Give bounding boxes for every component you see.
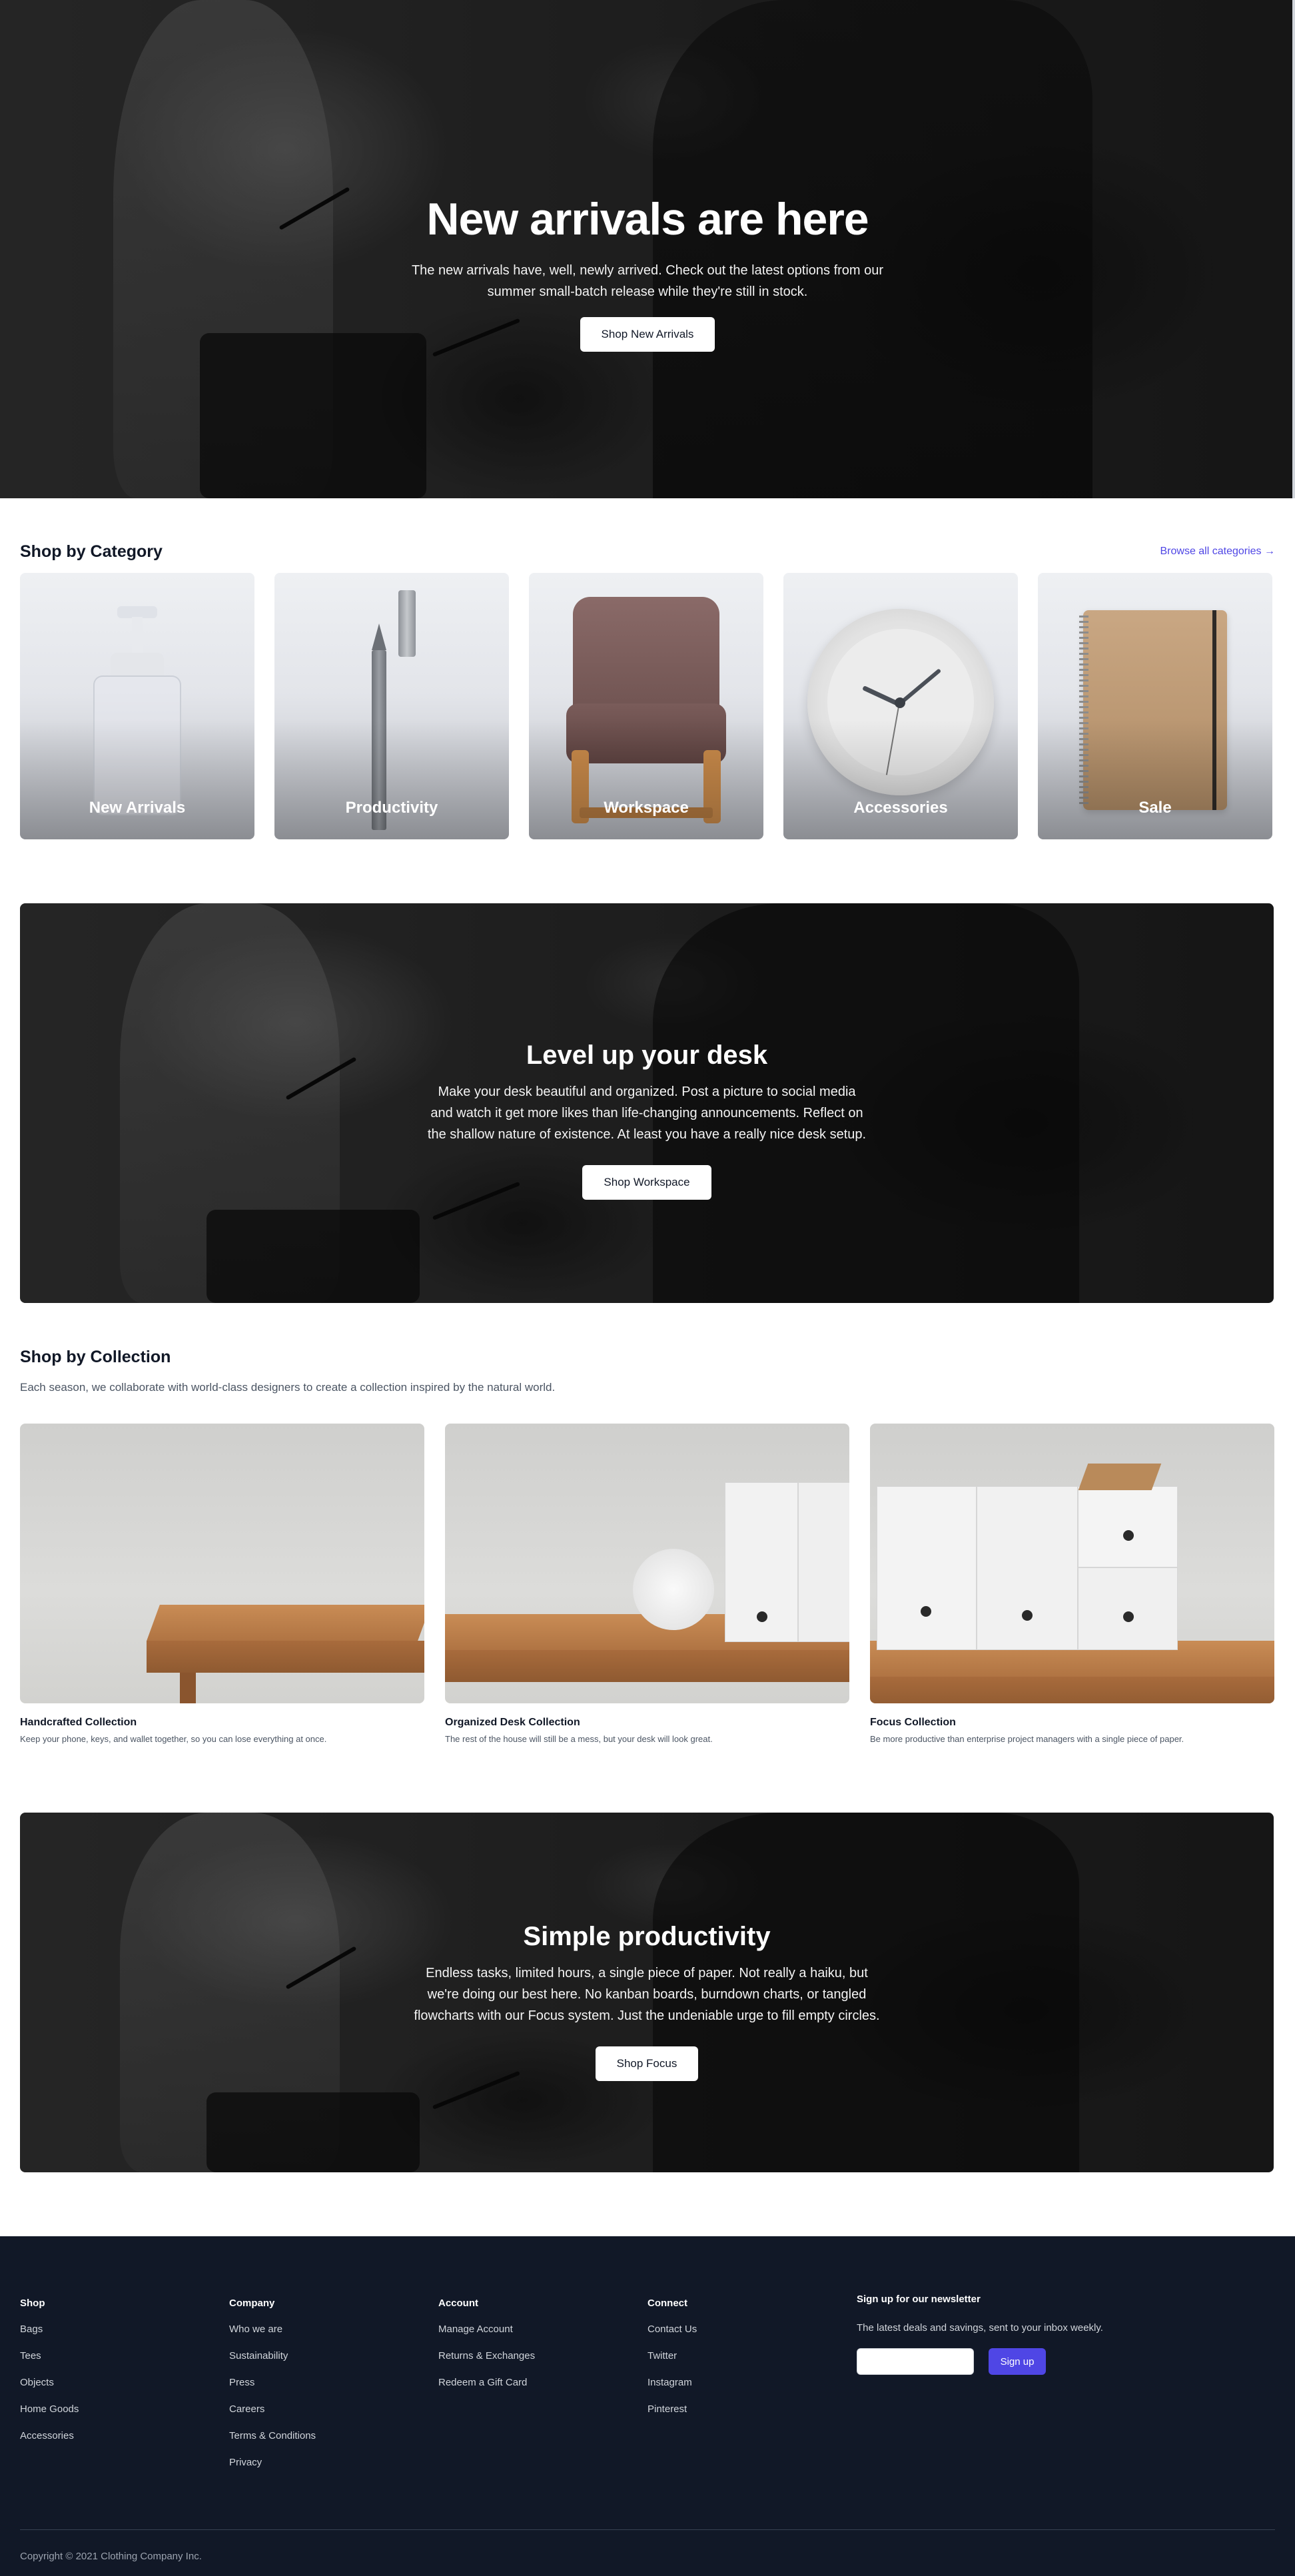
footer-link-privacy[interactable]: Privacy	[229, 2457, 316, 2468]
collection-description: Be more productive than enterprise proje…	[870, 1734, 1184, 1744]
collection-card-handcrafted[interactable]: Handcrafted Collection Keep your phone, …	[20, 1424, 424, 1744]
newsletter-signup-button[interactable]: Sign up	[989, 2348, 1046, 2375]
footer-link-manage-account[interactable]: Manage Account	[438, 2324, 535, 2335]
footer-link-gift-card[interactable]: Redeem a Gift Card	[438, 2377, 535, 2388]
workspace-banner-title: Level up your desk	[526, 1041, 768, 1070]
focus-banner-content: Simple productivity Endless tasks, limit…	[20, 1922, 1274, 2081]
footer-link-who-we-are[interactable]: Who we are	[229, 2324, 316, 2335]
category-card-new-arrivals[interactable]: New Arrivals	[20, 573, 254, 839]
collection-image	[445, 1424, 849, 1703]
category-grid: New Arrivals Productivity Workspace Acce…	[20, 573, 1274, 839]
newsletter-heading: Sign up for our newsletter	[857, 2294, 981, 2305]
footer-connect-column: Connect Contact Us Twitter Instagram Pin…	[648, 2298, 697, 2430]
hero-title: New arrivals are here	[426, 194, 869, 244]
category-label: Workspace	[604, 799, 689, 817]
page-scrollbar[interactable]	[1292, 0, 1295, 498]
collection-image	[20, 1424, 424, 1703]
shop-workspace-button[interactable]: Shop Workspace	[582, 1165, 711, 1200]
footer-newsletter: Sign up for our newsletter The latest de…	[857, 2294, 1103, 2376]
storefront-page: New arrivals are here The new arrivals h…	[0, 0, 1295, 2576]
footer-link-objects[interactable]: Objects	[20, 2377, 79, 2388]
footer-account-column: Account Manage Account Returns & Exchang…	[438, 2298, 535, 2403]
category-label: New Arrivals	[89, 799, 186, 817]
footer-heading: Company	[229, 2298, 275, 2309]
category-header: Shop by Category Browse all categories →	[20, 542, 1275, 562]
category-card-accessories[interactable]: Accessories	[783, 573, 1018, 839]
collection-description: The rest of the house will still be a me…	[445, 1734, 713, 1744]
category-section-title: Shop by Category	[20, 542, 163, 561]
footer-link-instagram[interactable]: Instagram	[648, 2377, 697, 2388]
category-label: Sale	[1138, 799, 1172, 817]
category-card-sale[interactable]: Sale	[1038, 573, 1272, 839]
browse-all-categories-link[interactable]: Browse all categories →	[1160, 546, 1275, 558]
collection-name: Handcrafted Collection	[20, 1717, 137, 1728]
footer-shop-column: Shop Bags Tees Objects Home Goods Access…	[20, 2298, 79, 2457]
newsletter-text: The latest deals and savings, sent to yo…	[857, 2322, 1103, 2334]
category-label: Productivity	[345, 799, 438, 817]
collection-description: Keep your phone, keys, and wallet togeth…	[20, 1734, 327, 1744]
category-card-workspace[interactable]: Workspace	[529, 573, 763, 839]
footer-heading: Account	[438, 2298, 478, 2309]
footer-link-returns[interactable]: Returns & Exchanges	[438, 2350, 535, 2361]
collection-card-organized-desk[interactable]: Organized Desk Collection The rest of th…	[445, 1424, 849, 1744]
collection-card-focus[interactable]: Focus Collection Be more productive than…	[870, 1424, 1274, 1744]
clock-icon	[633, 1549, 714, 1630]
footer-link-careers[interactable]: Careers	[229, 2403, 316, 2415]
site-footer: Shop Bags Tees Objects Home Goods Access…	[0, 2236, 1295, 2576]
workspace-banner-content: Level up your desk Make your desk beauti…	[20, 1041, 1274, 1200]
shop-focus-button[interactable]: Shop Focus	[595, 2046, 699, 2081]
footer-divider	[20, 2529, 1275, 2530]
collection-name: Focus Collection	[870, 1717, 956, 1728]
footer-company-column: Company Who we are Sustainability Press …	[229, 2298, 316, 2483]
newsletter-form: Sign up	[857, 2348, 1103, 2376]
footer-link-twitter[interactable]: Twitter	[648, 2350, 697, 2361]
footer-link-bags[interactable]: Bags	[20, 2324, 79, 2335]
focus-banner-text: Endless tasks, limited hours, a single p…	[414, 1966, 880, 2023]
footer-link-accessories[interactable]: Accessories	[20, 2430, 79, 2441]
workspace-banner-text: Make your desk beautiful and organized. …	[427, 1084, 867, 1142]
copyright-text: Copyright © 2021 Clothing Company Inc.	[20, 2551, 202, 2562]
hero-subtitle: The new arrivals have, well, newly arriv…	[411, 263, 884, 299]
category-card-productivity[interactable]: Productivity	[274, 573, 509, 839]
hero-section: New arrivals are here The new arrivals h…	[0, 0, 1295, 498]
collection-name: Organized Desk Collection	[445, 1717, 580, 1728]
footer-link-home-goods[interactable]: Home Goods	[20, 2403, 79, 2415]
footer-link-terms[interactable]: Terms & Conditions	[229, 2430, 316, 2441]
category-label: Accessories	[853, 799, 948, 817]
collection-section-title: Shop by Collection	[20, 1348, 171, 1366]
workspace-banner: Level up your desk Make your desk beauti…	[20, 903, 1274, 1303]
shop-new-arrivals-button[interactable]: Shop New Arrivals	[580, 317, 715, 352]
footer-link-contact[interactable]: Contact Us	[648, 2324, 697, 2335]
footer-link-pinterest[interactable]: Pinterest	[648, 2403, 697, 2415]
collection-image	[870, 1424, 1274, 1703]
hero-content: New arrivals are here The new arrivals h…	[0, 193, 1295, 352]
footer-link-tees[interactable]: Tees	[20, 2350, 79, 2361]
footer-heading: Shop	[20, 2298, 45, 2309]
footer-heading: Connect	[648, 2298, 687, 2309]
focus-banner: Simple productivity Endless tasks, limit…	[20, 1813, 1274, 2172]
footer-link-sustainability[interactable]: Sustainability	[229, 2350, 316, 2361]
collection-section-subtitle: Each season, we collaborate with world-c…	[20, 1381, 556, 1394]
footer-link-press[interactable]: Press	[229, 2377, 316, 2388]
newsletter-email-input[interactable]	[857, 2348, 974, 2375]
focus-banner-title: Simple productivity	[523, 1922, 771, 1951]
